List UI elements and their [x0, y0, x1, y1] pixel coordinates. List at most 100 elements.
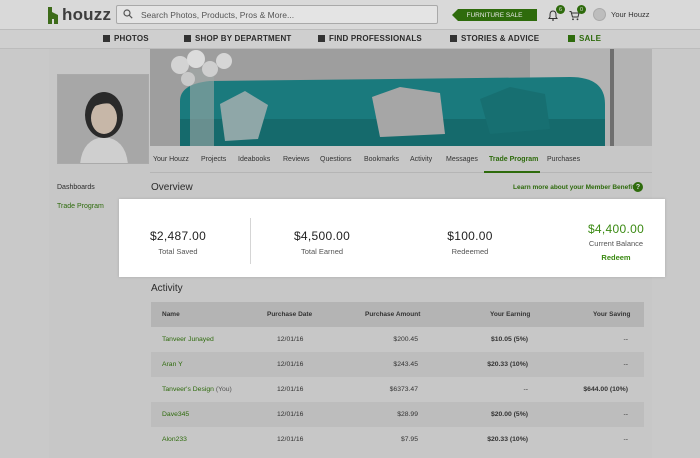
row-name: Tanveer's Design	[162, 386, 214, 393]
profile-avatar[interactable]	[57, 74, 149, 164]
tab-reviews[interactable]: Reviews	[283, 156, 309, 163]
cart-badge: 0	[577, 5, 586, 14]
profile-portrait	[58, 75, 148, 163]
row-you-suffix: (You)	[215, 386, 232, 393]
search-input[interactable]	[141, 9, 431, 20]
stat-value: $2,487.00	[149, 229, 207, 243]
your-houzz-link[interactable]: Your Houzz	[611, 10, 650, 19]
notifications-button[interactable]: 6	[548, 5, 565, 26]
sidebar-item-trade-program[interactable]: Trade Program	[57, 203, 104, 210]
overview-heading: Overview	[151, 182, 193, 193]
table-row: Tanveer's Design (You) 12/01/16 $6373.47…	[151, 377, 644, 402]
nav-label: STORIES & ADVICE	[461, 34, 540, 43]
tab-activity[interactable]: Activity	[410, 156, 432, 163]
row-name-link[interactable]: Dave345	[162, 411, 189, 418]
row-date: 12/01/16	[277, 386, 304, 393]
tab-your-houzz[interactable]: Your Houzz	[153, 156, 189, 163]
table-row: Alon233 12/01/16 $7.95 $20.33 (10%) --	[151, 427, 644, 452]
profile-tabs: Your Houzz Projects Ideabooks Reviews Qu…	[150, 146, 652, 173]
houzz-logo[interactable]: houzz	[48, 5, 111, 25]
row-saving: --	[623, 361, 628, 368]
redeemed-stat: $100.00 Redeemed	[429, 229, 511, 256]
nav-shop-by-department[interactable]: SHOP BY DEPARTMENT	[184, 34, 292, 43]
nav-sale[interactable]: SALE	[568, 34, 601, 43]
search-icon	[123, 6, 139, 24]
cart-button[interactable]: 0	[569, 5, 586, 26]
camera-icon	[103, 35, 110, 42]
tab-messages[interactable]: Messages	[446, 156, 478, 163]
column-header-purchase-amount[interactable]: Purchase Amount	[365, 311, 420, 318]
row-earning: $10.05 (5%)	[490, 336, 528, 343]
row-earning: $20.33 (10%)	[487, 361, 528, 368]
current-balance-stat: $4,400.00 Current Balance Redeem	[571, 222, 661, 262]
table-row: Tanveer Junayed 12/01/16 $200.45 $10.05 …	[151, 327, 644, 352]
tab-trade-program[interactable]: Trade Program	[489, 156, 538, 163]
table-row: Dave345 12/01/16 $28.99 $20.00 (5%) --	[151, 402, 644, 427]
column-header-name[interactable]: Name	[162, 311, 180, 318]
tab-purchases[interactable]: Purchases	[547, 156, 580, 163]
main-nav: PHOTOS SHOP BY DEPARTMENT FIND PROFESSIO…	[0, 29, 700, 49]
column-header-your-saving[interactable]: Your Saving	[593, 311, 630, 318]
row-earning: $20.00 (5%)	[490, 411, 528, 418]
user-avatar[interactable]	[593, 8, 606, 21]
nav-find-professionals[interactable]: FIND PROFESSIONALS	[318, 34, 422, 43]
overview-summary-card: $2,487.00 Total Saved $4,500.00 Total Ea…	[119, 199, 665, 277]
row-name-link[interactable]: Aran Y	[162, 361, 183, 368]
stat-label: Current Balance	[588, 239, 644, 248]
stat-value: $4,400.00	[587, 222, 645, 236]
total-earned-stat: $4,500.00 Total Earned	[277, 229, 367, 256]
activity-table: Name Purchase Date Purchase Amount Your …	[151, 302, 644, 452]
divider	[250, 218, 251, 264]
column-header-purchase-date[interactable]: Purchase Date	[267, 311, 312, 318]
stat-value: $100.00	[447, 229, 493, 243]
activity-heading: Activity	[151, 283, 183, 294]
row-name-link[interactable]: Alon233	[162, 436, 187, 443]
help-icon[interactable]: ?	[633, 182, 643, 192]
furniture-sale-button[interactable]: FURNITURE SALE	[452, 9, 537, 21]
cart-icon	[184, 35, 191, 42]
redeem-button[interactable]: Redeem	[571, 253, 661, 262]
person-icon	[318, 35, 325, 42]
row-date: 12/01/16	[277, 436, 304, 443]
row-earning: --	[523, 386, 528, 393]
logo-text: houzz	[62, 5, 112, 24]
stat-label: Total Saved	[158, 247, 198, 256]
table-header: Name Purchase Date Purchase Amount Your …	[151, 302, 644, 327]
nav-label: FIND PROFESSIONALS	[329, 34, 422, 43]
book-icon	[450, 35, 457, 42]
table-row: Aran Y 12/01/16 $243.45 $20.33 (10%) --	[151, 352, 644, 377]
tab-projects[interactable]: Projects	[201, 156, 226, 163]
sidebar-item-dashboards[interactable]: Dashboards	[57, 184, 95, 191]
row-date: 12/01/16	[277, 336, 304, 343]
row-amount: $200.45	[393, 336, 418, 343]
nav-label: SHOP BY DEPARTMENT	[195, 34, 292, 43]
tab-questions[interactable]: Questions	[320, 156, 352, 163]
tab-bookmarks[interactable]: Bookmarks	[364, 156, 399, 163]
search-bar[interactable]	[116, 5, 438, 24]
cover-illustration	[150, 49, 652, 146]
nav-stories-advice[interactable]: STORIES & ADVICE	[450, 34, 539, 43]
column-header-your-earning[interactable]: Your Earning	[490, 311, 530, 318]
tab-ideabooks[interactable]: Ideabooks	[238, 156, 270, 163]
active-tab-indicator	[484, 171, 540, 173]
row-name-link[interactable]: Tanveer's Design (You)	[162, 386, 232, 393]
gift-icon	[568, 35, 575, 42]
row-amount: $243.45	[393, 361, 418, 368]
notifications-badge: 6	[556, 5, 565, 14]
row-date: 12/01/16	[277, 411, 304, 418]
member-benefits-link[interactable]: Learn more about your Member Benefits	[513, 184, 638, 191]
row-saving: --	[623, 436, 628, 443]
row-name-link[interactable]: Tanveer Junayed	[162, 336, 214, 343]
nav-label: PHOTOS	[114, 34, 149, 43]
nav-photos[interactable]: PHOTOS	[103, 34, 149, 43]
houzz-logo-icon	[48, 6, 58, 24]
row-date: 12/01/16	[277, 361, 304, 368]
row-saving: --	[623, 411, 628, 418]
nav-label: SALE	[579, 34, 602, 43]
stat-label: Redeemed	[451, 247, 489, 256]
stat-value: $4,500.00	[293, 229, 351, 243]
row-saving: --	[623, 336, 628, 343]
cover-photo	[150, 49, 652, 146]
row-saving: $644.00 (10%)	[583, 386, 628, 393]
row-amount: $6373.47	[389, 386, 418, 393]
